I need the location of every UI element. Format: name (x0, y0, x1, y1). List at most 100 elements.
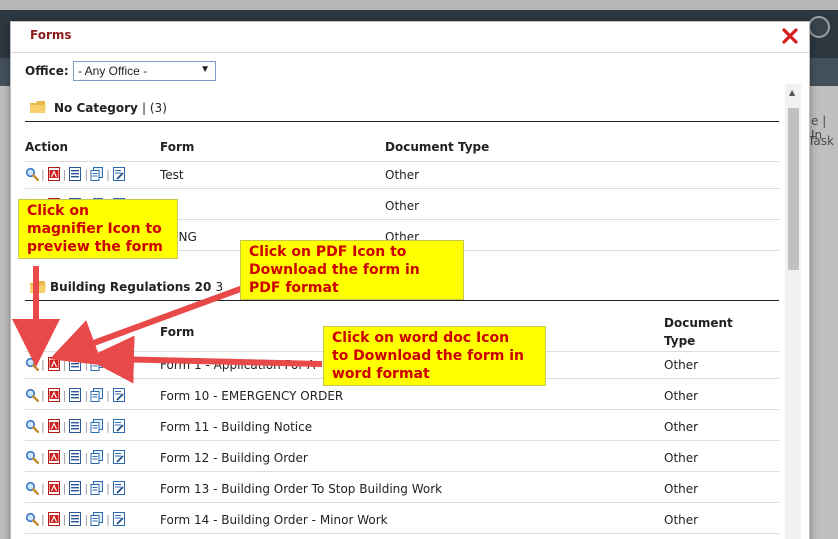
document-type: Other (385, 199, 420, 213)
word-doc-icon[interactable] (68, 388, 82, 402)
separator: | (62, 357, 67, 371)
separator: | (84, 512, 89, 526)
pdf-icon[interactable] (47, 512, 61, 526)
separator: | (106, 357, 110, 371)
edit-doc-icon[interactable] (112, 167, 126, 181)
magnifier-icon[interactable] (25, 388, 40, 403)
magnifier-icon[interactable] (25, 481, 40, 496)
callout-word: Click on word doc Icon to Download the f… (323, 326, 546, 386)
form-name: Form 12 - Building Order (160, 451, 308, 465)
section-name: Building Regulations 20 (50, 280, 212, 294)
separator: | (62, 388, 67, 402)
separator: | (106, 167, 110, 181)
magnifier-icon[interactable] (25, 419, 40, 434)
word-doc-icon[interactable] (68, 419, 82, 433)
separator: | (41, 388, 45, 402)
copy-icon[interactable] (90, 167, 104, 181)
document-type: Other (664, 451, 699, 465)
separator: | (106, 512, 110, 526)
word-doc-icon[interactable] (68, 167, 82, 181)
copy-icon[interactable] (90, 512, 104, 526)
separator: | (84, 357, 89, 371)
separator: | (106, 419, 110, 433)
pdf-icon[interactable] (47, 357, 61, 371)
column-header-document-type: Document (664, 316, 733, 330)
copy-icon[interactable] (90, 388, 104, 402)
row-divider (25, 533, 779, 534)
pdf-icon[interactable] (47, 450, 61, 464)
form-name: Form 14 - Building Order - Minor Work (160, 513, 388, 527)
word-doc-icon[interactable] (68, 357, 82, 371)
callout-line: preview the form (27, 239, 163, 255)
document-type: Other (664, 420, 699, 434)
folder-icon (30, 281, 46, 293)
separator: | (62, 167, 67, 181)
office-select[interactable]: - Any Office - ▼ (73, 61, 216, 81)
magnifier-icon[interactable] (25, 512, 40, 527)
copy-icon[interactable] (90, 419, 104, 433)
pdf-icon[interactable] (47, 419, 61, 433)
separator: | (106, 481, 110, 495)
separator: | (62, 450, 67, 464)
callout-magnifier: Click on magnifier Icon to preview the f… (18, 199, 178, 259)
magnifier-icon[interactable] (25, 450, 40, 465)
separator: | (84, 481, 89, 495)
separator: | (41, 512, 45, 526)
section-count: 3 (215, 280, 224, 294)
pdf-icon[interactable] (47, 481, 61, 495)
pdf-icon[interactable] (47, 388, 61, 402)
row-divider (25, 161, 779, 162)
row-actions: | | | | (25, 356, 126, 372)
edit-doc-icon[interactable] (112, 450, 126, 464)
row-actions: | | | | (25, 166, 126, 182)
row-actions: | | | | (25, 511, 126, 527)
row-divider (25, 440, 779, 441)
close-icon[interactable] (781, 27, 799, 45)
document-type: Other (664, 358, 699, 372)
callout-line: Download the form in (249, 262, 420, 278)
word-doc-icon[interactable] (68, 512, 82, 526)
document-type: Other (664, 513, 699, 527)
edit-doc-icon[interactable] (112, 512, 126, 526)
edit-doc-icon[interactable] (112, 388, 126, 402)
row-actions: | | | | (25, 480, 126, 496)
row-divider (25, 409, 779, 410)
separator: | (62, 481, 67, 495)
word-doc-icon[interactable] (68, 450, 82, 464)
scrollbar-thumb[interactable] (788, 108, 799, 270)
callout-pdf: Click on PDF Icon to Download the form i… (240, 240, 464, 300)
chevron-down-icon: ▼ (200, 64, 210, 75)
column-header-action: ion (25, 325, 46, 339)
column-header-form: Form (160, 140, 195, 154)
magnifier-icon[interactable] (25, 357, 40, 372)
section-name: No Category (54, 101, 138, 115)
column-header-action: Action (25, 140, 69, 154)
copy-icon[interactable] (90, 450, 104, 464)
row-actions: | | | | (25, 449, 126, 465)
edit-doc-icon[interactable] (112, 419, 126, 433)
column-header-form: Form (160, 325, 195, 339)
separator: | (84, 167, 89, 181)
section-count: | (3) (142, 101, 167, 115)
word-doc-icon[interactable] (68, 481, 82, 495)
separator: | (62, 419, 67, 433)
form-name: Form 1 - Application For A (160, 358, 316, 372)
separator: | (106, 388, 110, 402)
section-title-building-regulations: Building Regulations 20 3 (50, 280, 223, 294)
section-divider (25, 121, 779, 122)
callout-line: Click on (27, 203, 89, 219)
magnifier-icon[interactable] (25, 167, 40, 182)
pdf-icon[interactable] (47, 167, 61, 181)
copy-icon[interactable] (90, 357, 104, 371)
edit-doc-icon[interactable] (112, 481, 126, 495)
callout-line: Click on PDF Icon to (249, 244, 407, 260)
callout-line: Click on word doc Icon (332, 330, 510, 346)
copy-icon[interactable] (90, 481, 104, 495)
separator: | (41, 357, 45, 371)
separator: | (41, 167, 45, 181)
separator: | (62, 512, 67, 526)
scroll-up-icon[interactable]: ▲ (789, 88, 795, 97)
callout-line: PDF format (249, 280, 339, 296)
edit-doc-icon[interactable] (112, 357, 126, 371)
document-type: Other (664, 389, 699, 403)
